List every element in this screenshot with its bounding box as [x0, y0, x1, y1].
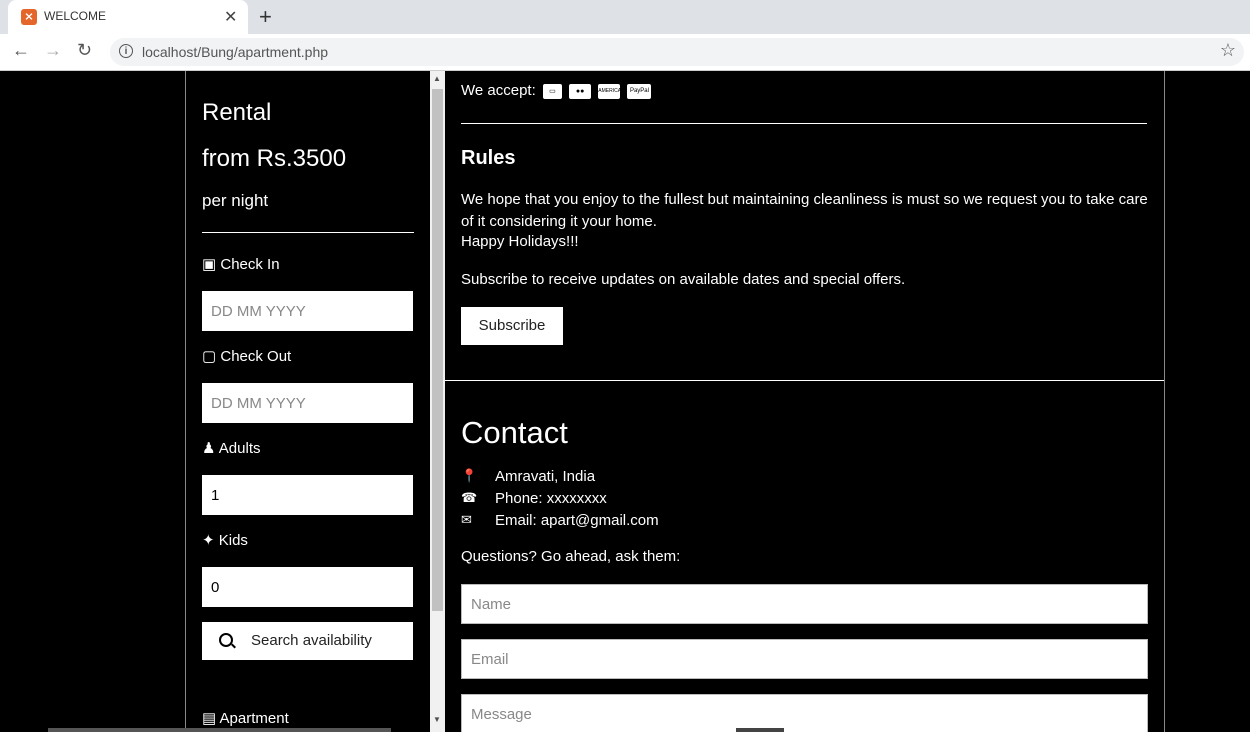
checkout-input[interactable] — [202, 383, 413, 423]
apartment-label: ▤ Apartment — [202, 710, 289, 727]
browser-tab-bar: ⨯ WELCOME ✕ + — [0, 0, 1250, 34]
rental-unit: per night — [202, 191, 269, 210]
tab-title: WELCOME — [44, 9, 107, 23]
phone-text: Phone: xxxxxxxx — [495, 490, 607, 507]
search-icon — [219, 633, 233, 647]
divider — [202, 232, 414, 233]
address-bar[interactable]: i localhost/Bung/apartment.php ☆ — [110, 38, 1244, 66]
bookmark-star-icon[interactable]: ☆ — [1220, 40, 1236, 61]
email-field[interactable] — [461, 639, 1148, 679]
browser-toolbar: ← → ↻ i localhost/Bung/apartment.php ☆ — [0, 34, 1250, 71]
booking-sidebar: Rental from Rs.3500 per night ▣ Check In… — [185, 71, 430, 732]
subscribe-button[interactable]: Subscribe — [461, 307, 563, 345]
kids-input[interactable] — [202, 567, 413, 607]
search-availability-button[interactable]: Search availability — [202, 622, 413, 660]
xampp-favicon-icon: ⨯ — [21, 9, 37, 25]
envelope-icon: ✉ — [461, 512, 472, 527]
location-text: Amravati, India — [495, 468, 596, 485]
calendar-icon: ▢ — [202, 348, 217, 365]
browser-tab[interactable]: ⨯ WELCOME ✕ — [8, 0, 248, 34]
scroll-thumb[interactable] — [432, 89, 443, 611]
we-accept-label: We accept: — [461, 82, 536, 99]
map-marker-icon: 📍 — [461, 468, 478, 483]
back-icon[interactable]: ← — [12, 40, 30, 61]
happy-holidays-text: Happy Holidays!!! — [461, 233, 579, 250]
mastercard-icon: ●● — [569, 83, 592, 99]
kids-label: ✦ Kids — [202, 532, 248, 549]
main-content: We accept: ▭ ●● AMERICAN EXPRESS PayPal … — [445, 71, 1165, 732]
scroll-up-icon[interactable]: ▲ — [433, 74, 441, 83]
search-button-label: Search availability — [251, 632, 372, 649]
horizontal-scrollbar-thumb[interactable] — [736, 728, 784, 732]
calendar-check-icon: ▣ — [202, 256, 217, 273]
paypal-icon: PayPal — [627, 83, 652, 99]
sidebar-scrollbar[interactable]: ▲ ▼ — [430, 71, 445, 732]
subscribe-text: Subscribe to receive updates on availabl… — [461, 271, 906, 288]
questions-text: Questions? Go ahead, ask them: — [461, 548, 681, 565]
section-divider — [445, 380, 1164, 381]
horizontal-scrollbar[interactable] — [48, 728, 391, 732]
divider — [461, 123, 1147, 124]
url-text[interactable]: localhost/Bung/apartment.php — [142, 44, 328, 60]
rules-title: Rules — [461, 147, 516, 169]
checkout-label: ▢ Check Out — [202, 348, 292, 365]
page-content: Rental from Rs.3500 per night ▣ Check In… — [0, 71, 1250, 732]
building-icon: ▤ — [202, 710, 217, 727]
new-tab-icon[interactable]: + — [259, 4, 272, 30]
contact-title: Contact — [461, 415, 568, 450]
reload-icon[interactable]: ↻ — [77, 40, 92, 61]
tab-close-icon[interactable]: ✕ — [224, 7, 237, 27]
child-icon: ✦ — [202, 532, 215, 549]
forward-icon[interactable]: → — [44, 40, 62, 61]
adults-input[interactable] — [202, 475, 413, 515]
checkin-label: ▣ Check In — [202, 256, 280, 273]
rental-title: Rental — [202, 99, 272, 126]
phone-icon: ☎ — [461, 490, 478, 505]
scroll-down-icon[interactable]: ▼ — [433, 715, 441, 724]
male-icon: ♟ — [202, 440, 216, 457]
message-field[interactable] — [461, 694, 1148, 732]
payment-methods: We accept: ▭ ●● AMERICAN EXPRESS PayPal — [461, 82, 652, 109]
rules-text: We hope that you enjoy to the fullest bu… — [461, 191, 1148, 230]
email-text: Email: apart@gmail.com — [495, 512, 659, 529]
info-icon[interactable]: i — [119, 44, 133, 58]
rental-price: from Rs.3500 — [202, 145, 347, 172]
checkin-input[interactable] — [202, 291, 413, 331]
adults-label: ♟ Adults — [202, 440, 261, 457]
credit-card-icon: ▭ — [542, 83, 562, 99]
amex-icon: AMERICAN EXPRESS — [598, 83, 625, 109]
name-field[interactable] — [461, 584, 1148, 624]
